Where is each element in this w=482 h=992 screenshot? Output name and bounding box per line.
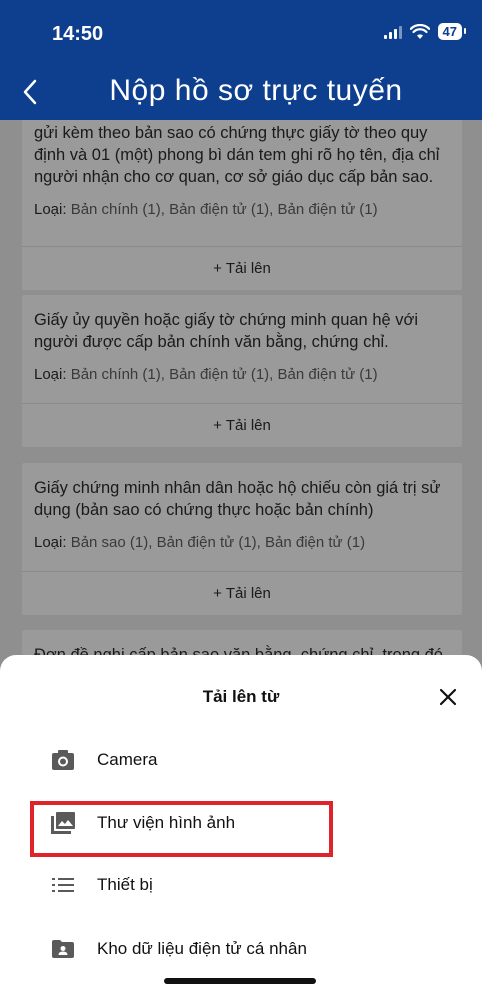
- option-camera[interactable]: Camera: [0, 735, 482, 785]
- document-card: Giấy ủy quyền hoặc giấy tờ chứng minh qu…: [22, 295, 462, 447]
- document-type: Loại: Bản sao (1), Bản điện tử (1), Bản …: [22, 521, 462, 553]
- document-card: gửi kèm theo bản sao có chứng thực giấy …: [22, 120, 462, 290]
- signal-icon: [383, 25, 402, 39]
- close-button[interactable]: [436, 685, 460, 709]
- option-label: Camera: [97, 750, 158, 769]
- app-header: Nộp hồ sơ trực tuyến: [0, 64, 482, 120]
- option-personal-storage[interactable]: Kho dữ liệu điện tử cá nhân: [0, 924, 482, 974]
- status-time: 14:50: [52, 23, 104, 45]
- page-title: Nộp hồ sơ trực tuyến: [109, 74, 403, 107]
- camera-icon: [50, 747, 76, 773]
- sheet-title: Tải lên từ: [202, 687, 280, 706]
- screen: 14:50 47 Nộp hồ sơ trực tuyến gửi kèm th…: [0, 0, 482, 992]
- document-type: Loại: Bản chính (1), Bản điện tử (1), Bả…: [22, 353, 462, 385]
- type-value: Bản chính (1), Bản điện tử (1), Bản điện…: [66, 201, 378, 218]
- type-value: Bản sao (1), Bản điện tử (1), Bản điện t…: [66, 534, 366, 551]
- type-label: Loại:: [34, 201, 67, 218]
- type-label: Loại:: [34, 366, 67, 383]
- status-icons: 47: [383, 23, 467, 40]
- highlight-box: [30, 801, 333, 857]
- option-label: Kho dữ liệu điện tử cá nhân: [97, 939, 307, 958]
- upload-button[interactable]: + Tải lên: [22, 246, 462, 290]
- document-description: Giấy chứng minh nhân dân hoặc hộ chiếu c…: [34, 479, 441, 519]
- upload-button[interactable]: + Tải lên: [22, 403, 462, 447]
- close-icon: [439, 688, 457, 706]
- personal-folder-icon: [50, 936, 76, 962]
- option-label: Thiết bị: [97, 875, 153, 894]
- type-label: Loại:: [34, 534, 67, 551]
- document-description: gửi kèm theo bản sao có chứng thực giấy …: [34, 124, 440, 186]
- status-bar: 14:50 47: [0, 0, 482, 64]
- upload-button[interactable]: + Tải lên: [22, 571, 462, 615]
- home-indicator: [164, 978, 316, 984]
- option-device[interactable]: Thiết bị: [0, 860, 482, 910]
- document-card: Giấy chứng minh nhân dân hoặc hộ chiếu c…: [22, 463, 462, 615]
- wifi-icon: [409, 23, 430, 39]
- document-description: Giấy ủy quyền hoặc giấy tờ chứng minh qu…: [34, 311, 418, 351]
- document-type: Loại: Bản chính (1), Bản điện tử (1), Bả…: [22, 188, 462, 220]
- list-icon: [50, 872, 76, 898]
- battery-icon: 47: [437, 23, 467, 40]
- type-value: Bản chính (1), Bản điện tử (1), Bản điện…: [66, 366, 378, 383]
